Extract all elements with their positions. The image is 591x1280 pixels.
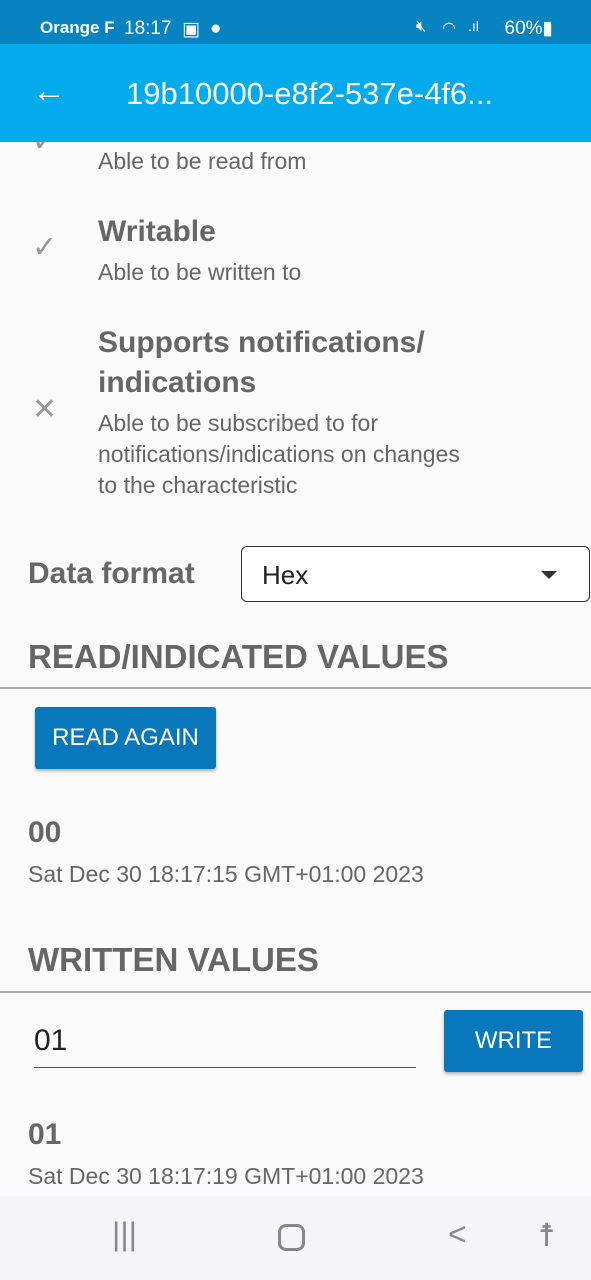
signal-icon: .ıl <box>468 18 479 34</box>
divider <box>0 687 591 689</box>
written-value: 01 <box>28 1118 62 1151</box>
data-format-select[interactable]: Hex <box>241 546 590 602</box>
readable-desc: Able to be read from <box>98 148 307 174</box>
writable-title: Writable <box>98 215 216 248</box>
image-icon: ▣ <box>182 19 200 40</box>
system-nav-bar: ||| < ☨ <box>0 1196 591 1280</box>
written-heading: WRITTEN VALUES <box>28 941 319 978</box>
battery-level: 60% <box>504 18 543 39</box>
read-again-button[interactable]: READ AGAIN <box>35 707 216 769</box>
written-timestamp: Sat Dec 30 18:17:19 GMT+01:00 2023 <box>28 1163 424 1189</box>
notify-desc: Able to be subscribed to for notification… <box>98 410 460 498</box>
characteristic-details[interactable]: ✓ Able to be read from ✓ Writable Able t… <box>0 142 591 1196</box>
check-icon: ✓ <box>32 231 58 264</box>
close-icon: ✕ <box>32 393 58 426</box>
chevron-down-icon <box>541 571 557 579</box>
divider <box>0 991 591 993</box>
clock: 18:17 <box>124 18 172 39</box>
data-format-label: Data format <box>28 557 195 590</box>
app-bar: ← 19b10000-e8f2-537e-4f6... <box>0 44 591 142</box>
status-bar: Orange F 18:17 ▣ ● 🔇︎ ◠ .ıl 60%▮ <box>0 0 591 44</box>
arrow-left-icon[interactable]: ← <box>32 72 66 111</box>
recent-apps-icon[interactable]: ||| <box>112 1216 137 1253</box>
home-icon[interactable] <box>278 1224 305 1251</box>
notify-title: Supports notifications/indications <box>98 326 425 399</box>
bulb-icon: ● <box>210 18 222 39</box>
read-value: 00 <box>28 816 62 849</box>
battery-icon: ▮ <box>542 18 553 39</box>
writable-desc: Able to be written to <box>98 259 302 285</box>
carrier: Orange F <box>40 18 115 37</box>
write-value-input[interactable]: 01 <box>34 1012 416 1068</box>
wifi-icon: ◠ <box>442 20 456 37</box>
read-heading: READ/INDICATED VALUES <box>28 638 449 675</box>
write-button[interactable]: WRITE <box>444 1010 583 1072</box>
read-timestamp: Sat Dec 30 18:17:15 GMT+01:00 2023 <box>28 861 424 887</box>
mute-icon: 🔇︎ <box>416 18 427 35</box>
accessibility-icon[interactable]: ☨ <box>538 1216 555 1254</box>
check-icon: ✓ <box>32 142 57 159</box>
page-title: 19b10000-e8f2-537e-4f6... <box>126 76 494 111</box>
back-icon[interactable]: < <box>448 1216 467 1253</box>
